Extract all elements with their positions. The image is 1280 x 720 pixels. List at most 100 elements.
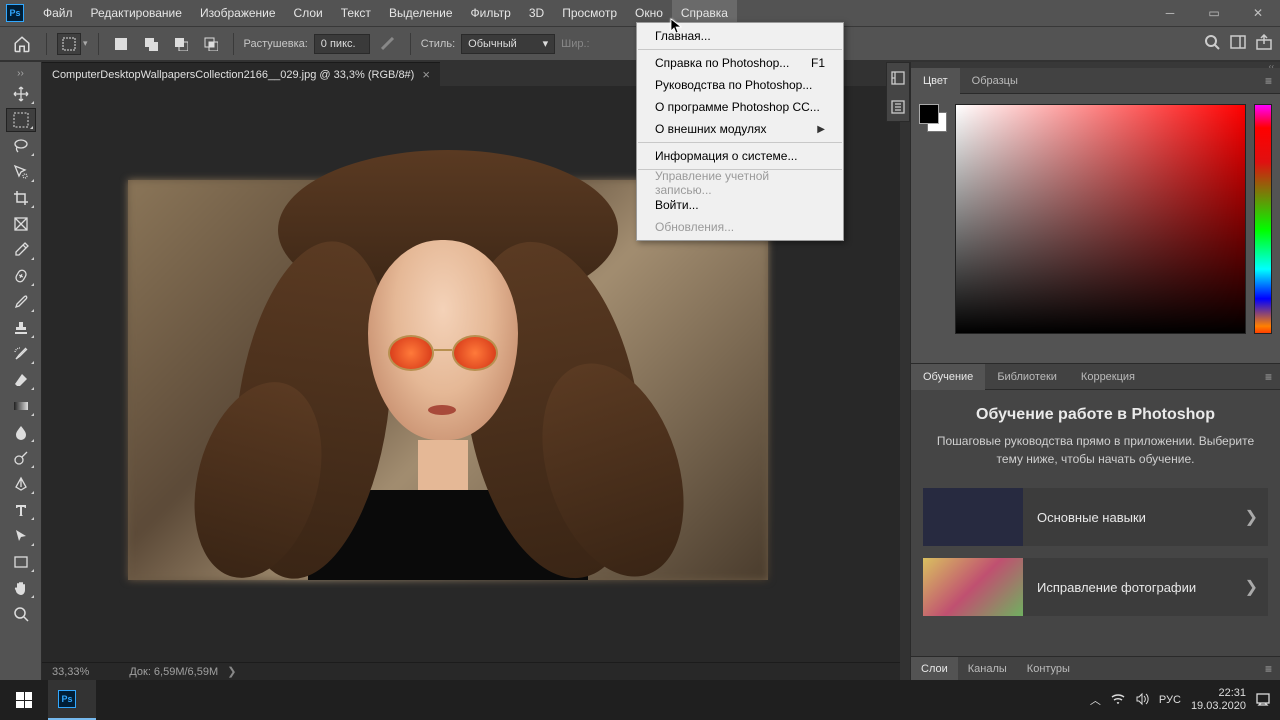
search-icon[interactable] <box>1204 34 1220 53</box>
lasso-tool[interactable] <box>6 134 36 158</box>
path-select-tool[interactable] <box>6 524 36 548</box>
zoom-tool[interactable] <box>6 602 36 626</box>
panel-menu-icon[interactable]: ≡ <box>1257 370 1280 384</box>
zoom-level[interactable]: 33,33% <box>52 666 89 678</box>
close-button[interactable]: ✕ <box>1236 0 1280 26</box>
learn-item-retouch[interactable]: Исправление фотографии ❯ <box>923 558 1268 616</box>
menu-редактирование[interactable]: Редактирование <box>82 0 191 26</box>
menu-item[interactable]: Руководства по Photoshop... <box>637 74 843 96</box>
start-button[interactable] <box>0 680 48 720</box>
doc-size[interactable]: Док: 6,59M/6,59M <box>129 666 218 678</box>
tab-swatches[interactable]: Образцы <box>960 68 1030 94</box>
app-logo-icon: Ps <box>6 4 24 22</box>
document-title: ComputerDesktopWallpapersCollection2166_… <box>52 69 414 81</box>
move-tool[interactable] <box>6 82 36 106</box>
volume-icon[interactable] <box>1135 692 1149 709</box>
menu-3d[interactable]: 3D <box>520 0 553 26</box>
menu-файл[interactable]: Файл <box>34 0 82 26</box>
panel-menu-icon[interactable]: ≡ <box>1257 662 1280 676</box>
fg-bg-color[interactable] <box>919 104 947 353</box>
learn-panel-tabs: Обучение Библиотеки Коррекция ≡ <box>911 364 1280 390</box>
properties-panel-icon[interactable] <box>890 99 906 115</box>
menu-item[interactable]: Войти... <box>637 194 843 216</box>
taskbar-clock[interactable]: 22:31 19.03.2020 <box>1191 687 1246 713</box>
selection-subtract-icon[interactable] <box>169 33 193 55</box>
share-icon[interactable] <box>1256 34 1272 53</box>
learn-title: Обучение работе в Photoshop <box>911 390 1280 428</box>
menu-item[interactable]: Справка по Photoshop...F1 <box>637 52 843 74</box>
gradient-tool[interactable] <box>6 394 36 418</box>
frame-tool[interactable] <box>6 212 36 236</box>
tab-libraries[interactable]: Библиотеки <box>985 364 1069 390</box>
submenu-arrow-icon: ▶ <box>817 124 825 135</box>
maximize-button[interactable]: ▭ <box>1192 0 1236 26</box>
hue-slider[interactable] <box>1254 104 1272 334</box>
tray-chevron-icon[interactable]: ︿ <box>1090 692 1101 708</box>
menu-item[interactable]: Главная... <box>637 25 843 47</box>
menu-item[interactable]: Информация о системе... <box>637 145 843 167</box>
chevron-right-icon[interactable]: ❯ <box>224 666 236 678</box>
input-language[interactable]: РУС <box>1159 694 1181 706</box>
mouse-cursor-icon <box>670 18 686 37</box>
document-tab[interactable]: ComputerDesktopWallpapersCollection2166_… <box>42 62 440 86</box>
antialias-icon[interactable] <box>376 33 400 55</box>
dodge-tool[interactable] <box>6 446 36 470</box>
menu-item: Управление учетной записью... <box>637 172 843 194</box>
stamp-tool[interactable] <box>6 316 36 340</box>
style-select[interactable]: Обычный▾ <box>461 34 555 54</box>
history-brush-tool[interactable] <box>6 342 36 366</box>
tab-paths[interactable]: Контуры <box>1017 657 1080 681</box>
collapsed-panel-column[interactable] <box>886 62 910 122</box>
pen-tool[interactable] <box>6 472 36 496</box>
workspace-icon[interactable] <box>1230 34 1246 53</box>
feather-input[interactable] <box>314 34 370 54</box>
system-tray: ︿ РУС 22:31 19.03.2020 <box>1090 687 1280 713</box>
tab-adjustments[interactable]: Коррекция <box>1069 364 1147 390</box>
selection-new-icon[interactable] <box>109 33 133 55</box>
dropdown-arrow-icon[interactable]: ▾ <box>83 38 88 49</box>
home-button[interactable] <box>8 32 36 56</box>
blur-tool[interactable] <box>6 420 36 444</box>
menu-текст[interactable]: Текст <box>332 0 380 26</box>
toolbox: ›› <box>0 62 42 680</box>
crop-tool[interactable] <box>6 186 36 210</box>
color-panel-tabs: Цвет Образцы ≡ <box>911 68 1280 94</box>
history-panel-icon[interactable] <box>890 70 906 86</box>
taskbar-app-photoshop[interactable]: Ps <box>48 680 96 720</box>
eraser-tool[interactable] <box>6 368 36 392</box>
tab-color[interactable]: Цвет <box>911 68 960 94</box>
panel-menu-icon[interactable]: ≡ <box>1257 74 1280 88</box>
wifi-icon[interactable] <box>1111 692 1125 709</box>
selection-intersect-icon[interactable] <box>199 33 223 55</box>
tab-learn[interactable]: Обучение <box>911 364 985 390</box>
learn-item-basics[interactable]: Основные навыки ❯ <box>923 488 1268 546</box>
menu-слои[interactable]: Слои <box>285 0 332 26</box>
menu-изображение[interactable]: Изображение <box>191 0 285 26</box>
shape-tool[interactable] <box>6 550 36 574</box>
close-tab-icon[interactable]: × <box>422 67 430 82</box>
eyedropper-tool[interactable] <box>6 238 36 262</box>
tab-layers[interactable]: Слои <box>911 657 958 681</box>
menu-фильтр[interactable]: Фильтр <box>462 0 520 26</box>
selection-add-icon[interactable] <box>139 33 163 55</box>
menu-просмотр[interactable]: Просмотр <box>553 0 626 26</box>
menu-выделение[interactable]: Выделение <box>380 0 462 26</box>
healing-tool[interactable] <box>6 264 36 288</box>
quick-select-tool[interactable] <box>6 160 36 184</box>
action-center-icon[interactable] <box>1256 692 1270 709</box>
type-tool[interactable] <box>6 498 36 522</box>
menu-item[interactable]: О программе Photoshop CC... <box>637 96 843 118</box>
divider <box>98 33 99 55</box>
menu-item[interactable]: О внешних модулях▶ <box>637 118 843 140</box>
hand-tool[interactable] <box>6 576 36 600</box>
brush-tool[interactable] <box>6 290 36 314</box>
tab-channels[interactable]: Каналы <box>958 657 1017 681</box>
minimize-button[interactable]: ─ <box>1148 0 1192 26</box>
document-statusbar: 33,33% Док: 6,59M/6,59M ❯ <box>42 662 900 680</box>
marquee-tool-preset[interactable] <box>57 33 81 55</box>
learn-panel: Обучение работе в Photoshop Пошаговые ру… <box>911 390 1280 656</box>
width-label: Шир.: <box>561 38 589 50</box>
color-field[interactable] <box>955 104 1246 334</box>
marquee-tool[interactable] <box>6 108 36 132</box>
toolbox-collapse-icon[interactable]: ›› <box>11 68 31 76</box>
